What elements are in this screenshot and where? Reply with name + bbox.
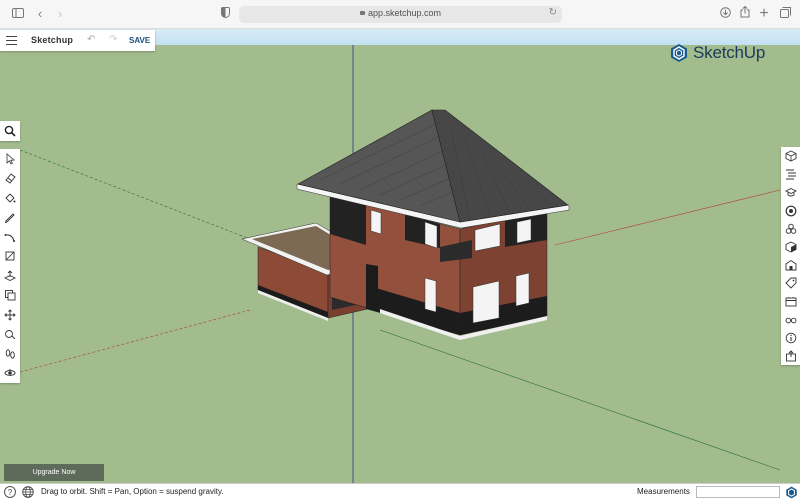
undo-icon[interactable]: ↶ (87, 34, 95, 45)
paint-bucket-tool[interactable] (0, 188, 20, 208)
move-icon (4, 309, 16, 321)
walk-tool[interactable] (0, 344, 20, 364)
red-axis (554, 189, 781, 246)
display-icon (785, 296, 796, 307)
rectangle-tool[interactable] (0, 247, 20, 267)
downloads-icon[interactable] (716, 6, 734, 22)
instructor-panel-button[interactable] (781, 183, 800, 201)
new-tab-icon[interactable]: + (755, 6, 773, 22)
info-icon (785, 332, 796, 344)
right-panel-toolbar (781, 147, 800, 365)
pencil-icon (4, 213, 15, 224)
eraser-icon (5, 173, 16, 184)
logo-text: SketchUp (693, 43, 766, 62)
select-icon (6, 152, 16, 165)
red-axis-negative (19, 309, 251, 373)
offset-icon (5, 290, 16, 301)
arc-tool[interactable] (0, 227, 20, 247)
paint-bucket-icon (5, 193, 16, 203)
redo-icon[interactable]: ↷ (109, 34, 117, 45)
outliner-panel-button[interactable] (781, 165, 800, 183)
view-icon (785, 317, 796, 324)
view-panel-button[interactable] (781, 311, 800, 329)
arc-icon (4, 233, 15, 242)
status-hint: Drag to orbit. Shift = Pan, Option = sus… (41, 487, 224, 496)
entity-info-panel-button[interactable] (781, 147, 800, 165)
tape-measure-tool[interactable] (0, 325, 20, 345)
scenes-panel-button[interactable] (781, 256, 800, 274)
tape-measure-icon (5, 330, 16, 340)
orbit-tool[interactable] (0, 364, 20, 384)
push-pull-icon (4, 270, 16, 281)
sketchup-small-logo-icon (786, 486, 797, 499)
search-icon (4, 125, 16, 137)
instructor-icon (784, 188, 797, 197)
help-icon[interactable]: ? (4, 486, 16, 498)
scenes-icon (785, 260, 796, 271)
status-bar: ? Drag to orbit. Shift = Pan, Option = s… (0, 483, 800, 500)
select-tool[interactable] (0, 149, 20, 169)
export-panel-button[interactable] (781, 347, 800, 365)
green-axis (379, 329, 781, 471)
pencil-tool[interactable] (0, 208, 20, 228)
back-icon[interactable]: ‹ (31, 6, 49, 22)
measurements-input[interactable] (696, 486, 780, 498)
offset-tool[interactable] (0, 286, 20, 306)
model-viewport[interactable] (0, 45, 800, 483)
browser-toolbar: ‹ › app.sketchup.com ↻ + (0, 0, 800, 29)
left-toolbar (0, 149, 20, 383)
tab-overview-icon[interactable] (776, 6, 794, 22)
info-panel-button[interactable] (781, 329, 800, 347)
sidebar-icon[interactable] (9, 6, 27, 22)
address-bar[interactable]: app.sketchup.com ↻ (239, 6, 562, 23)
orbit-icon (4, 369, 16, 377)
entity-info-icon (785, 150, 796, 162)
styles-icon (785, 241, 796, 253)
components-icon (785, 223, 796, 234)
materials-panel-button[interactable] (781, 202, 800, 220)
globe-icon[interactable] (22, 486, 34, 498)
save-button[interactable]: SAVE (129, 36, 150, 45)
privacy-shield-icon[interactable] (221, 7, 230, 18)
styles-panel-button[interactable] (781, 238, 800, 256)
tags-panel-button[interactable] (781, 274, 800, 292)
display-panel-button[interactable] (781, 293, 800, 311)
footprint-icon (5, 349, 15, 359)
tags-icon (784, 277, 796, 290)
push-pull-tool[interactable] (0, 266, 20, 286)
outliner-icon (785, 169, 796, 180)
measurements-label: Measurements (637, 487, 690, 496)
url-text: app.sketchup.com (367, 8, 442, 18)
forward-icon[interactable]: › (51, 6, 69, 22)
share-icon[interactable] (736, 5, 754, 22)
lock-icon (359, 10, 365, 15)
menu-icon[interactable] (6, 36, 17, 45)
export-icon (785, 350, 796, 362)
app-header-panel: Sketchup ↶ ↷ SAVE (0, 30, 155, 51)
rectangle-icon (5, 251, 15, 261)
app-title: Sketchup (31, 35, 74, 45)
materials-icon (785, 205, 796, 217)
upgrade-now-button[interactable]: Upgrade Now (4, 464, 104, 481)
house-model (241, 109, 570, 340)
sketchup-logo: SketchUp (669, 43, 765, 63)
components-panel-button[interactable] (781, 220, 800, 238)
reload-icon[interactable]: ↻ (549, 7, 557, 18)
move-tool[interactable] (0, 305, 20, 325)
sketchup-logo-icon (671, 44, 687, 62)
search-tool-button[interactable] (0, 121, 20, 141)
eraser-tool[interactable] (0, 169, 20, 189)
